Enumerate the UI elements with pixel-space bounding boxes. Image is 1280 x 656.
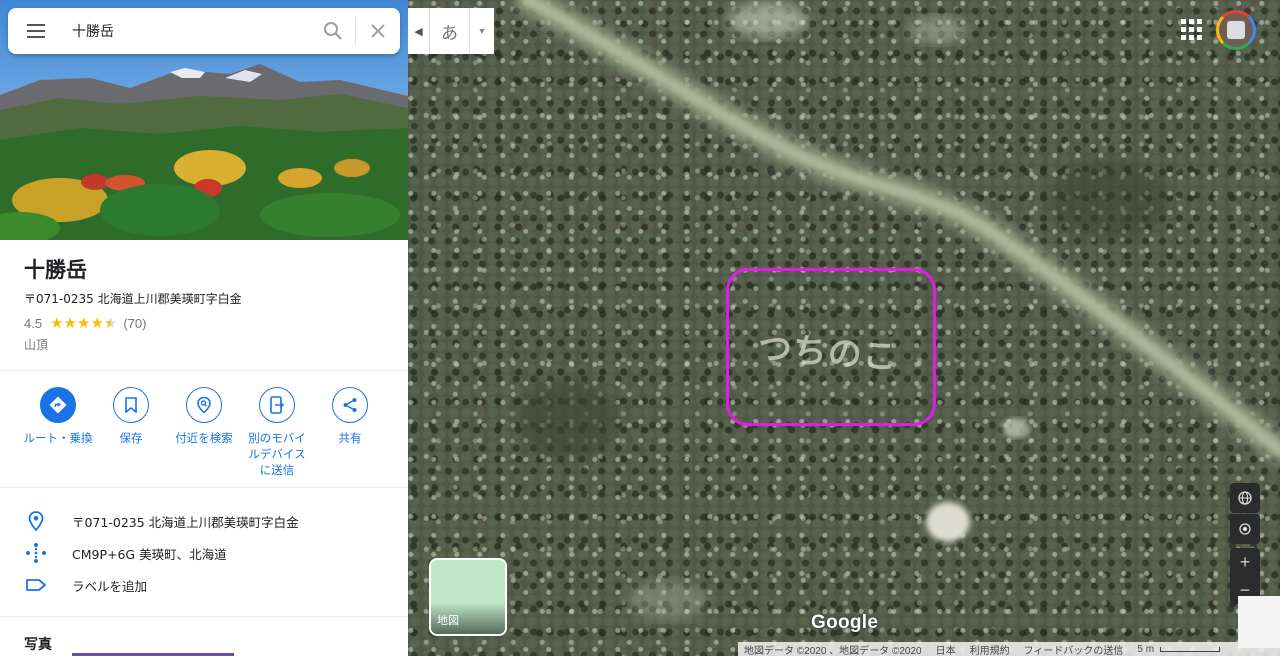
apps-grid-icon[interactable] bbox=[1181, 19, 1203, 41]
country-label[interactable]: 日本 bbox=[936, 642, 956, 656]
star-icon: ★ bbox=[50, 314, 64, 332]
terms-link[interactable]: 利用規約 bbox=[970, 642, 1010, 656]
map-footer: 地図データ ©2020 、地図データ ©2020 日本 利用規約 フィードバック… bbox=[738, 642, 1280, 656]
globe-view-button[interactable] bbox=[1230, 483, 1260, 513]
rating-stars: ★ ★ ★ ★ ★ bbox=[50, 316, 117, 331]
place-address-summary: 〒071-0235 北海道上川郡美瑛町字白金 bbox=[24, 292, 242, 306]
my-location-icon bbox=[1239, 523, 1251, 535]
location-pin-icon bbox=[28, 511, 44, 531]
directions-label: ルート・乗換 bbox=[23, 431, 93, 445]
send-to-phone-icon bbox=[270, 396, 285, 414]
layer-switcher-label: 地図 bbox=[437, 615, 459, 627]
close-icon bbox=[371, 24, 385, 38]
nearby-label: 付近を検索 bbox=[175, 431, 233, 445]
my-location-button[interactable] bbox=[1230, 514, 1260, 544]
place-panel: 十勝岳 〒071-0235 北海道上川郡美瑛町字白金 4.5 ★ ★ ★ ★ ★… bbox=[0, 0, 408, 656]
review-count[interactable]: (70) bbox=[123, 316, 146, 331]
add-label-text: ラベルを追加 bbox=[72, 578, 148, 594]
zoom-in-button[interactable]: + bbox=[1230, 548, 1260, 576]
satellite-map[interactable]: つちのこ ◀ あ ▼ + − 地図 Google 地図データ ©2020 、地図… bbox=[408, 0, 1280, 656]
plus-code-icon bbox=[26, 543, 46, 563]
account-avatar[interactable] bbox=[1216, 10, 1256, 50]
divider bbox=[0, 370, 408, 371]
place-title: 十勝岳 bbox=[24, 258, 87, 282]
save-button[interactable]: 保存 bbox=[96, 387, 166, 446]
rating-value: 4.5 bbox=[24, 316, 43, 331]
divider bbox=[0, 616, 408, 617]
nearby-button[interactable]: 付近を検索 bbox=[169, 387, 239, 446]
star-icon: ★ bbox=[90, 314, 104, 332]
nearby-circle bbox=[186, 387, 222, 423]
send-to-phone-circle bbox=[259, 387, 295, 423]
directions-circle bbox=[40, 387, 76, 423]
input-tools: ◀ あ ▼ bbox=[408, 8, 494, 54]
action-buttons: ルート・乗換 保存 付近を検索 別のモバイルデバイスに送信 共有 bbox=[0, 387, 408, 487]
send-to-phone-button[interactable]: 別のモバイルデバイスに送信 bbox=[242, 387, 312, 478]
info-plus-code-text: CM9P+6G 美瑛町、北海道 bbox=[72, 546, 227, 562]
star-icon: ★ bbox=[63, 314, 77, 332]
caret-down-icon: ▼ bbox=[477, 26, 487, 36]
label-icon bbox=[26, 579, 46, 591]
google-logo: Google bbox=[811, 612, 879, 633]
search-box bbox=[8, 8, 400, 54]
globe-icon bbox=[1238, 491, 1252, 505]
input-tool-button[interactable]: あ bbox=[430, 8, 470, 54]
search-icon bbox=[324, 22, 342, 40]
info-plus-code-row[interactable]: CM9P+6G 美瑛町、北海道 bbox=[24, 541, 227, 565]
add-label-row[interactable]: ラベルを追加 bbox=[24, 573, 147, 597]
photos-heading: 写真 bbox=[24, 637, 52, 653]
map-data-credit[interactable]: 地図データ ©2020 、地図データ ©2020 bbox=[744, 642, 922, 656]
scale-label[interactable]: 5 m bbox=[1137, 644, 1154, 655]
rating-row[interactable]: 4.5 ★ ★ ★ ★ ★ (70) bbox=[24, 316, 146, 332]
share-circle bbox=[332, 387, 368, 423]
pegman-area[interactable] bbox=[1238, 596, 1280, 648]
send-to-phone-label: 別のモバイルデバイスに送信 bbox=[248, 431, 306, 477]
scale-bar bbox=[1160, 646, 1221, 652]
feedback-link[interactable]: フィードバックの送信 bbox=[1024, 642, 1124, 656]
star-icon: ★ bbox=[76, 314, 91, 332]
share-button[interactable]: 共有 bbox=[315, 387, 385, 446]
directions-button[interactable]: ルート・乗換 bbox=[23, 387, 93, 446]
directions-icon bbox=[49, 396, 67, 414]
highlight-rectangle bbox=[726, 268, 936, 426]
clear-search-button[interactable] bbox=[356, 8, 400, 54]
search-input[interactable] bbox=[64, 11, 311, 51]
collapse-panel-button[interactable]: ◀ bbox=[408, 8, 430, 54]
bookmark-icon bbox=[125, 397, 137, 413]
save-label: 保存 bbox=[119, 431, 143, 445]
divider bbox=[0, 487, 408, 488]
half-star-icon: ★ bbox=[103, 314, 118, 332]
menu-icon[interactable] bbox=[8, 8, 64, 54]
search-button[interactable] bbox=[311, 8, 355, 54]
share-icon bbox=[343, 398, 357, 412]
layer-switcher[interactable]: 地図 bbox=[429, 558, 507, 636]
input-tool-dropdown[interactable]: ▼ bbox=[470, 8, 494, 54]
save-circle bbox=[113, 387, 149, 423]
info-address-text: 〒071-0235 北海道上川郡美瑛町字白金 bbox=[72, 514, 299, 530]
info-address-row[interactable]: 〒071-0235 北海道上川郡美瑛町字白金 bbox=[24, 509, 299, 533]
nearby-icon bbox=[197, 396, 211, 414]
place-category[interactable]: 山頂 bbox=[24, 336, 48, 353]
share-label: 共有 bbox=[338, 431, 362, 445]
